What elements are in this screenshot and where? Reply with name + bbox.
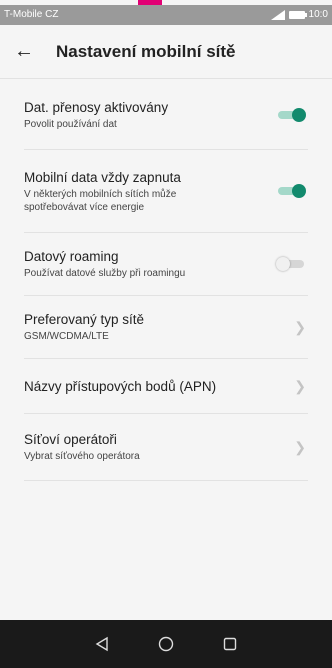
signal-icon	[270, 10, 285, 20]
square-recents-icon	[223, 637, 237, 651]
status-icons: 10:0	[270, 5, 328, 25]
setting-title: Síťoví operátoři	[24, 432, 117, 447]
circle-home-icon	[158, 636, 174, 652]
nav-recents-button[interactable]	[218, 632, 242, 656]
chevron-right-icon: ❯	[294, 318, 306, 335]
chevron-right-icon: ❯	[294, 438, 306, 455]
setting-data-enabled[interactable]: Dat. přenosy aktivovány Povolit používán…	[24, 80, 308, 150]
setting-title: Mobilní data vždy zapnuta	[24, 169, 181, 185]
app-bar: ← Nastavení mobilní sítě	[0, 25, 332, 79]
setting-subtitle: Povolit používání dat	[24, 118, 117, 130]
setting-title: Názvy přístupových bodů (APN)	[24, 378, 217, 394]
setting-data-roaming[interactable]: Datový roaming Používat datové služby př…	[24, 233, 308, 296]
battery-icon	[288, 11, 307, 19]
clock: 10:0	[308, 9, 328, 20]
setting-subtitle: Používat datové služby při roamingu	[24, 268, 186, 279]
setting-subtitle: Vybrat síťového operátora	[24, 451, 140, 462]
settings-list: Dat. přenosy aktivovány Povolit používán…	[0, 80, 332, 481]
data-enabled-toggle[interactable]	[276, 107, 306, 122]
nav-back-button[interactable]	[90, 632, 114, 656]
status-bar: T-Mobile CZ 10:0	[0, 5, 332, 25]
carrier-label: T-Mobile CZ	[4, 9, 59, 20]
setting-title: Datový roaming	[24, 249, 119, 264]
setting-subtitle: V některých mobilních sítích může spotře…	[24, 188, 177, 213]
nav-home-button[interactable]	[154, 632, 178, 656]
setting-subtitle: GSM/WCDMA/LTE	[24, 331, 109, 342]
chevron-right-icon: ❯	[294, 377, 306, 394]
setting-title: Preferovaný typ sítě	[24, 312, 145, 327]
setting-data-always-on[interactable]: Mobilní data vždy zapnuta V některých mo…	[24, 150, 308, 233]
arrow-left-icon: ←	[14, 40, 34, 62]
setting-title: Dat. přenosy aktivovány	[24, 99, 169, 115]
data-always-on-toggle[interactable]	[276, 184, 306, 198]
setting-apn[interactable]: Názvy přístupových bodů (APN) ❯	[24, 359, 308, 414]
back-button[interactable]: ←	[4, 32, 44, 72]
setting-network-operators[interactable]: Síťoví operátoři Vybrat síťového operáto…	[24, 414, 308, 481]
setting-preferred-network-type[interactable]: Preferovaný typ sítě GSM/WCDMA/LTE ❯	[24, 296, 308, 359]
data-roaming-toggle[interactable]	[276, 257, 306, 271]
system-nav-bar	[0, 620, 332, 668]
page-title: Nastavení mobilní sítě	[56, 41, 236, 61]
triangle-back-icon	[95, 636, 108, 652]
